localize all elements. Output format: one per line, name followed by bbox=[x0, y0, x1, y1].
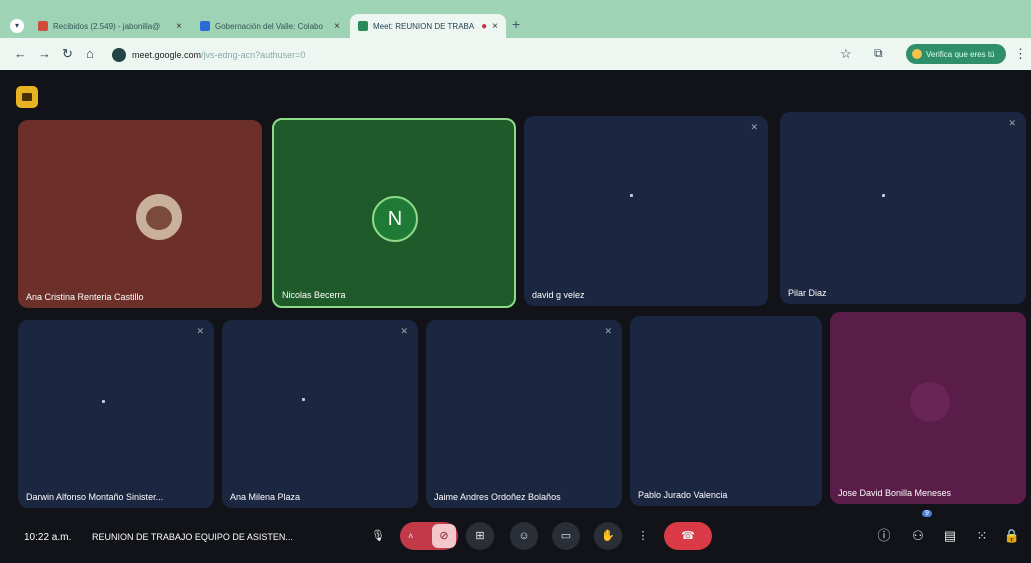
more-options-button[interactable]: ⋮ bbox=[634, 522, 652, 550]
tab-gobernacion[interactable]: Gobernación del Valle: Colabo × bbox=[192, 14, 348, 38]
participant-name: david g velez bbox=[532, 290, 585, 300]
participant-name: Jaime Andres Ordoñez Bolaños bbox=[434, 492, 561, 502]
browser-menu-icon[interactable]: ⋮ bbox=[1014, 46, 1027, 62]
avatar: N bbox=[372, 196, 418, 242]
raise-hand-button[interactable]: ✋ bbox=[594, 522, 622, 550]
chat-icon[interactable]: ▤ bbox=[938, 524, 962, 548]
home-icon[interactable]: ⌂ bbox=[86, 46, 94, 62]
reload-icon[interactable]: ↻ bbox=[62, 46, 73, 62]
meeting-info-icon[interactable]: ⓘ bbox=[872, 524, 896, 548]
new-tab-button[interactable]: + bbox=[512, 16, 520, 32]
mic-muted-icon: ✕ bbox=[750, 122, 758, 132]
gmail-icon bbox=[38, 21, 48, 31]
teams-icon bbox=[200, 21, 210, 31]
participant-tile[interactable]: ✕ david g velez bbox=[524, 116, 768, 306]
bookmark-star-icon[interactable]: ☆ bbox=[840, 46, 852, 62]
camera-off-placeholder bbox=[882, 194, 885, 197]
activities-icon[interactable]: ⁙ bbox=[970, 524, 994, 548]
close-icon[interactable]: × bbox=[492, 21, 498, 32]
participant-name: Ana Milena Plaza bbox=[230, 492, 301, 502]
participant-name: Ana Cristina Renteria Castillo bbox=[26, 292, 144, 302]
participant-name: Jose David Bonilla Meneses bbox=[838, 488, 952, 498]
browser-tab-bar: ▾ Recibidos (2.549) - jabonilla@ × Gober… bbox=[0, 0, 1031, 38]
present-screen-button[interactable]: ⊞ bbox=[466, 522, 494, 550]
tab-label: Meet: REUNION DE TRABA bbox=[373, 21, 475, 31]
profile-verify-button[interactable]: Verifica que eres tú bbox=[906, 44, 1006, 64]
camera-off-placeholder bbox=[102, 400, 105, 403]
avatar bbox=[136, 194, 182, 240]
tab-gmail[interactable]: Recibidos (2.549) - jabonilla@ × bbox=[30, 14, 190, 38]
participant-name: Darwin Alfonso Montaño Sinister... bbox=[26, 492, 164, 502]
extensions-icon[interactable]: ⧉ bbox=[874, 46, 883, 61]
participant-name: Nicolas Becerra bbox=[282, 290, 346, 300]
recording-icon: ● bbox=[481, 20, 488, 32]
participant-tile[interactable]: ✕ Ana Milena Plaza bbox=[222, 320, 418, 508]
participant-tile[interactable]: ✕ Darwin Alfonso Montaño Sinister... bbox=[18, 320, 214, 508]
back-icon[interactable]: ← bbox=[14, 46, 27, 62]
avatar bbox=[910, 382, 950, 422]
participant-tile[interactable]: Jose David Bonilla Meneses bbox=[830, 312, 1026, 504]
address-bar[interactable]: meet.google.com /jvs-edng-acn?authuser=0 bbox=[108, 44, 828, 66]
verify-label: Verifica que eres tú bbox=[926, 49, 995, 59]
site-info-icon[interactable] bbox=[112, 48, 126, 62]
meeting-clock: 10:22 a.m. bbox=[24, 532, 72, 543]
mic-muted-icon: ✕ bbox=[1008, 118, 1016, 128]
mic-muted-icon: ✕ bbox=[196, 326, 204, 336]
participant-tile[interactable]: ✕ Pilar Diaz bbox=[780, 112, 1026, 304]
microphone-button[interactable]: 🎙 bbox=[364, 522, 392, 550]
participant-tile[interactable]: Pablo Jurado Valencia bbox=[630, 316, 822, 506]
camera-off-icon: ⊘ bbox=[432, 524, 456, 548]
meeting-title: REUNION DE TRABAJO EQUIPO DE ASISTEN... bbox=[92, 532, 293, 542]
url-host: meet.google.com bbox=[132, 50, 202, 60]
participant-name: Pilar Diaz bbox=[788, 288, 827, 298]
reactions-button[interactable]: ☺ bbox=[510, 522, 538, 550]
camera-toggle-button[interactable]: ˄ ⊘ bbox=[400, 522, 458, 550]
people-count-badge: 9 bbox=[922, 510, 932, 517]
meet-stage: Ana Cristina Renteria Castillo N Nicolas… bbox=[0, 70, 1031, 563]
captions-button[interactable]: ▭ bbox=[552, 522, 580, 550]
tab-meet[interactable]: Meet: REUNION DE TRABA ● × bbox=[350, 14, 506, 38]
camera-off-placeholder bbox=[630, 194, 633, 197]
meet-logo-icon bbox=[16, 86, 38, 108]
participant-tile[interactable]: Ana Cristina Renteria Castillo bbox=[18, 120, 262, 308]
tab-label: Gobernación del Valle: Colabo bbox=[215, 21, 323, 31]
chevron-up-icon[interactable]: ˄ bbox=[408, 522, 413, 550]
close-icon[interactable]: × bbox=[176, 21, 182, 32]
mic-muted-icon: ✕ bbox=[604, 326, 612, 336]
avatar bbox=[912, 49, 922, 59]
participant-tile-active-speaker[interactable]: N Nicolas Becerra bbox=[272, 118, 516, 308]
participant-tile[interactable]: ✕ Jaime Andres Ordoñez Bolaños bbox=[426, 320, 622, 508]
tab-label: Recibidos (2.549) - jabonilla@ bbox=[53, 21, 161, 31]
browser-toolbar: ← → ↻ ⌂ meet.google.com /jvs-edng-acn?au… bbox=[0, 38, 1031, 70]
people-icon[interactable]: ⚇ bbox=[906, 524, 930, 548]
mic-muted-icon: ✕ bbox=[400, 326, 408, 336]
meet-icon bbox=[358, 21, 368, 31]
leave-call-button[interactable]: ☎ bbox=[664, 522, 712, 550]
close-icon[interactable]: × bbox=[334, 21, 340, 32]
forward-icon[interactable]: → bbox=[38, 46, 51, 62]
tab-search-icon[interactable]: ▾ bbox=[10, 19, 24, 33]
participant-name: Pablo Jurado Valencia bbox=[638, 490, 728, 500]
camera-off-placeholder bbox=[302, 398, 305, 401]
url-path: /jvs-edng-acn?authuser=0 bbox=[201, 50, 306, 60]
host-controls-icon[interactable]: 🔒 bbox=[1000, 524, 1024, 548]
